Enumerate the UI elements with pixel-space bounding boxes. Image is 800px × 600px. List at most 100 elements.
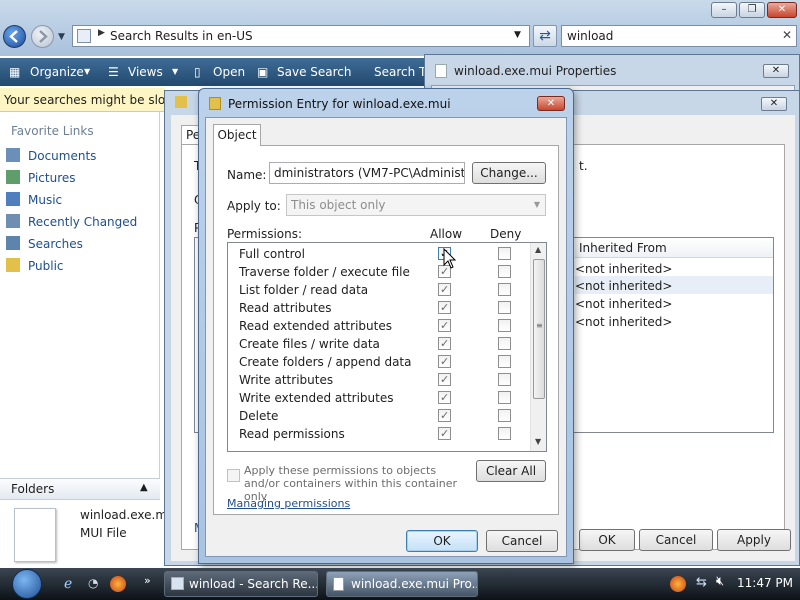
nav-item-pictures[interactable]: Pictures [6,169,76,187]
apply-to-select[interactable]: This object only ▼ [286,194,546,216]
folder-icon [175,96,187,108]
deny-checkbox[interactable] [498,247,511,260]
deny-checkbox[interactable] [498,427,511,440]
allow-checkbox[interactable] [438,425,451,443]
quick-launch-more-icon[interactable]: » [144,574,151,587]
open-button[interactable]: Open [213,63,245,81]
change-button[interactable]: Change... [472,162,546,184]
permission-row[interactable]: Full control [228,245,528,263]
allow-checkbox[interactable] [438,407,451,425]
refresh-button[interactable]: ⇄ [533,25,557,47]
clock[interactable]: 11:47 PM [737,576,793,590]
allow-checkbox[interactable] [438,281,451,299]
firefox-icon[interactable] [110,576,126,592]
managing-permissions-link[interactable]: Managing permissions [227,497,350,510]
nav-item-public[interactable]: Public [6,257,64,275]
scroll-down-icon[interactable]: ▼ [535,437,541,446]
permission-name: List folder / read data [239,283,369,297]
close-button[interactable]: ✕ [767,2,797,18]
inherited-from-cell: <not inherited> [575,279,673,293]
search-info-bar[interactable]: Your searches might be slow b [0,88,165,112]
advanced-cancel-button[interactable]: Cancel [639,529,713,551]
switch-windows-icon[interactable]: ◔ [88,576,98,590]
search-input[interactable]: winload ✕ [561,25,797,47]
deny-checkbox[interactable] [498,283,511,296]
minimize-button[interactable]: – [711,2,737,18]
name-field[interactable]: dministrators (VM7-PC\Administrators) [269,162,465,184]
tab-object[interactable]: Object [213,124,261,146]
views-button[interactable]: Views [128,63,163,81]
allow-checkbox[interactable] [438,389,451,407]
allow-checkbox[interactable] [438,335,451,353]
deny-checkbox[interactable] [498,265,511,278]
permissions-list[interactable]: Full control Traverse folder / execute fi… [227,242,547,452]
deny-checkbox[interactable] [498,391,511,404]
taskbar-item-properties[interactable]: winload.exe.mui Pro... [326,571,478,597]
deny-checkbox[interactable] [498,409,511,422]
taskbar-item-search[interactable]: winload - Search Re... [164,571,318,597]
back-button[interactable] [3,25,26,48]
permission-row[interactable]: List folder / read data [228,281,528,299]
close-button[interactable]: ✕ [537,96,565,111]
clear-search-icon[interactable]: ✕ [782,28,792,42]
folders-bar[interactable]: Folders ▲ [0,478,160,500]
allow-checkbox[interactable] [438,371,451,389]
scrollbar[interactable]: ▲ ≡ ▼ [530,243,546,451]
organize-button[interactable]: Organize [30,63,84,81]
nav-item-recently-changed[interactable]: Recently Changed [6,213,137,231]
save-search-button[interactable]: Save Search [277,63,352,81]
recent-pages-chevron-icon[interactable]: ▼ [58,32,65,42]
cancel-button[interactable]: Cancel [486,530,558,552]
inherited-from-header[interactable]: Inherited From [575,238,773,258]
clear-all-button[interactable]: Clear All [476,460,546,482]
search-window-icon [171,577,184,590]
inherited-from-cell: <not inherited> [575,262,673,276]
firefox-tray-icon[interactable] [670,576,686,592]
start-button[interactable] [6,568,50,600]
nav-item-music[interactable]: Music [6,191,62,209]
address-dropdown-icon[interactable]: ▼ [514,30,521,40]
deny-header: Deny [490,227,522,241]
scroll-up-icon[interactable]: ▲ [535,245,541,254]
permission-row[interactable]: Write extended attributes [228,389,528,407]
deny-checkbox[interactable] [498,301,511,314]
permission-row[interactable]: Delete [228,407,528,425]
nav-item-documents[interactable]: Documents [6,147,96,165]
network-icon[interactable]: ⇆ [696,575,707,590]
advanced-close-button[interactable]: ✕ [761,97,787,111]
advanced-ok-button[interactable]: OK [579,529,635,551]
folder-icon [209,97,221,110]
properties-close-button[interactable]: ✕ [763,64,789,78]
deny-checkbox[interactable] [498,373,511,386]
volume-muted-icon[interactable]: 🔇︎ [716,574,724,589]
allow-header: Allow [430,227,463,241]
permission-name: Read extended attributes [239,319,392,333]
deny-checkbox[interactable] [498,337,511,350]
pictures-icon [6,170,20,184]
forward-button[interactable] [31,25,54,48]
allow-checkbox[interactable] [438,299,451,317]
internet-explorer-icon[interactable]: ℯ [64,576,72,592]
ok-button[interactable]: OK [406,530,478,552]
deny-checkbox[interactable] [498,319,511,332]
permission-row[interactable]: Traverse folder / execute file [228,263,528,281]
advanced-apply-button[interactable]: Apply [717,529,791,551]
address-bar[interactable]: ▶ Search Results in en-US ▼ [72,25,530,47]
scrollbar-thumb[interactable]: ≡ [533,259,545,399]
permission-row[interactable]: Read attributes [228,299,528,317]
permission-row[interactable]: Read extended attributes [228,317,528,335]
apply-to-label: Apply to: [227,199,281,213]
maximize-button[interactable]: ❐ [739,2,765,18]
permission-name: Write attributes [239,373,334,387]
deny-checkbox[interactable] [498,355,511,368]
folders-chevron-up-icon: ▲ [140,482,148,493]
permission-row[interactable]: Write attributes [228,371,528,389]
permission-row[interactable]: Create folders / append data [228,353,528,371]
permission-row[interactable]: Create files / write data [228,335,528,353]
public-folder-icon [6,258,20,272]
permission-row[interactable]: Read permissions [228,425,528,443]
apply-to-children-checkbox[interactable] [227,469,240,482]
allow-checkbox[interactable] [438,353,451,371]
allow-checkbox[interactable] [438,317,451,335]
nav-item-searches[interactable]: Searches [6,235,83,253]
